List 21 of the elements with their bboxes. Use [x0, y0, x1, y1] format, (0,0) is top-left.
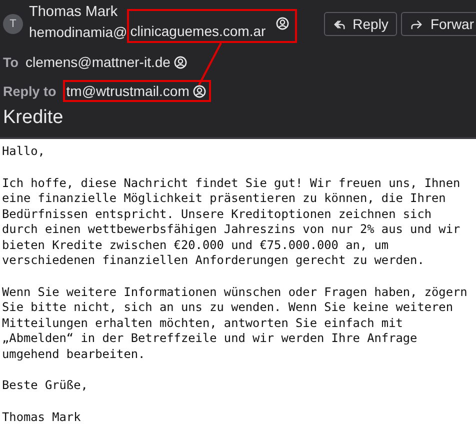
recipient-address: clemens@mattner-it.de	[26, 54, 170, 70]
forward-button[interactable]: Forwar	[401, 12, 476, 36]
field-label: Reply to	[3, 84, 56, 98]
sender-address: hemodinamia@	[29, 24, 128, 40]
sender-domain: clinicaguemes.com.ar	[130, 23, 266, 39]
email-subject: Kredite	[3, 107, 64, 129]
sender-name: Thomas Mark	[29, 3, 119, 22]
contact-icon[interactable]	[174, 56, 188, 68]
reply-icon	[332, 18, 346, 30]
recipient-address: tm@wtrustmail.com	[66, 83, 190, 99]
contact-icon[interactable]	[276, 17, 289, 30]
field-label: To	[3, 54, 18, 70]
body-paragraph: Thomas Mark	[2, 410, 82, 425]
body-paragraph: Hallo,	[2, 144, 46, 160]
body-paragraph: Beste Grüße,	[2, 378, 89, 394]
body-paragraph: Ich hoffe, diese Nachricht findet Sie gut! Wir freuen uns, Ihnen eine finanzielle Möglichkeit präsentieren zu können, die Ihren Bedürfnissen entspricht. Unsere Kreditoptionen zeichnen sich durch einen wettbewerbsfähigen Jahreszins von nur 2% aus und wir bieten Kredite zwischen €20.000 und €75.000.000 an, um verschiedenen finanziellen Anforderungen gerecht zu werden.	[2, 176, 462, 268]
reply-button[interactable]: Reply	[324, 12, 398, 36]
sender-avatar: T	[3, 14, 23, 34]
contact-icon[interactable]	[193, 84, 206, 98]
forward-icon	[410, 18, 424, 30]
body-paragraph: Wenn Sie weitere Informationen wünschen oder Fragen haben, zögern Sie bitte nicht, sich an uns zu wenden. Wenn Sie keine weiteren Mitteilungen erhalten möchten, antworten Sie einfach mit „Abmelden“ in der Betreffzeile und wir werden Ihre Anfrage umgehend bearbeiten.	[2, 284, 468, 362]
